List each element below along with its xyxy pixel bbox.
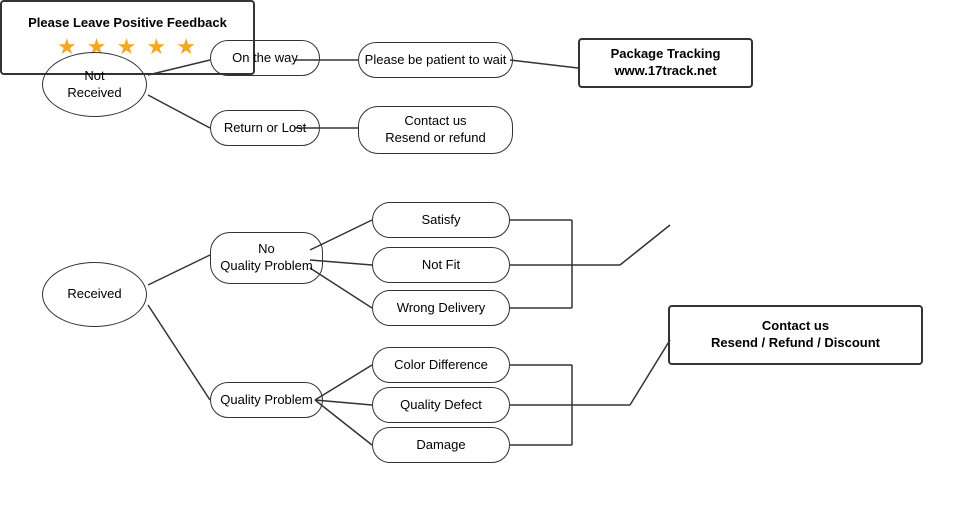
feedback-label: Please Leave Positive Feedback — [28, 15, 227, 30]
contact-resend-discount-node: Contact us Resend / Refund / Discount — [668, 305, 923, 365]
color-diff-node: Color Difference — [372, 347, 510, 383]
quality-defect-node: Quality Defect — [372, 387, 510, 423]
wrong-delivery-node: Wrong Delivery — [372, 290, 510, 326]
satisfy-node: Satisfy — [372, 202, 510, 238]
not-received-node: Not Received — [42, 52, 147, 117]
on-the-way-node: On the way — [210, 40, 320, 76]
damage-node: Damage — [372, 427, 510, 463]
package-tracking-node: Package Tracking www.17track.net — [578, 38, 753, 88]
no-quality-node: No Quality Problem — [210, 232, 323, 284]
not-fit-node: Not Fit — [372, 247, 510, 283]
diagram: Not Received On the way Please be patien… — [0, 0, 960, 513]
quality-problem-node: Quality Problem — [210, 382, 323, 418]
contact-resend-refund-node: Contact us Resend or refund — [358, 106, 513, 154]
received-node: Received — [42, 262, 147, 327]
patient-node: Please be patient to wait — [358, 42, 513, 78]
return-lost-node: Return or Lost — [210, 110, 320, 146]
